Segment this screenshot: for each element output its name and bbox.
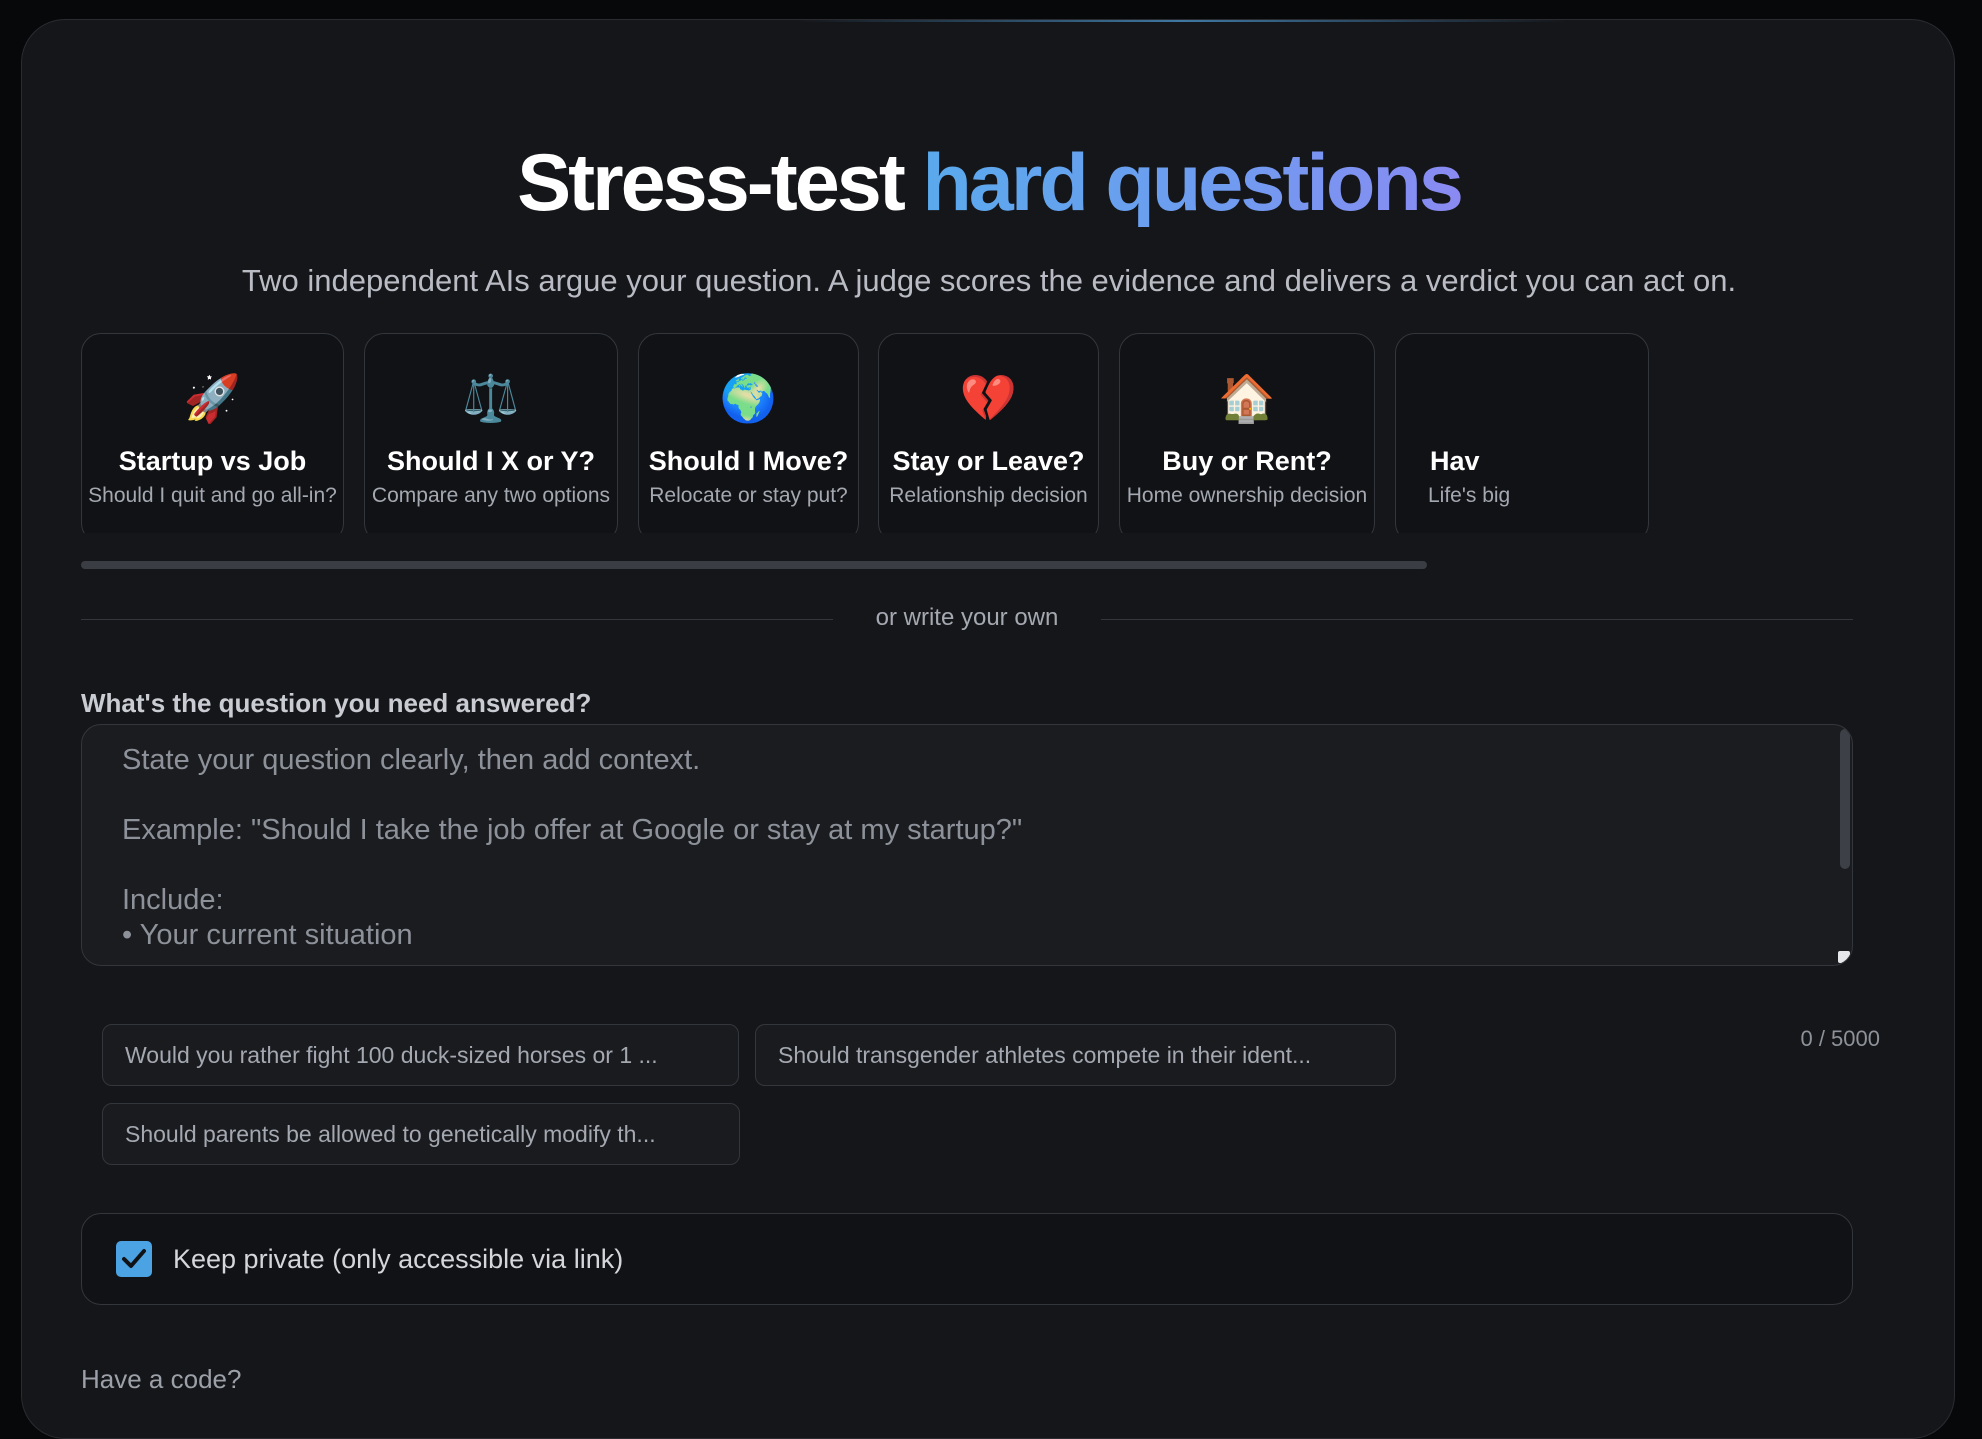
template-subtitle: Relocate or stay put? [649,484,848,507]
carousel-scrollbar[interactable] [81,561,1853,569]
private-checkbox[interactable] [116,1241,152,1277]
template-title: Hav [1430,446,1480,476]
house-icon: 🏠 [1218,371,1276,425]
private-label: Keep private (only accessible via link) [173,1244,624,1274]
template-subtitle: Compare any two options [371,484,611,507]
template-title: Stay or Leave? [892,446,1085,476]
divider-line [1101,619,1853,620]
carousel-scrollbar-thumb[interactable] [81,561,1427,569]
title-accent: hard questions [922,138,1464,228]
suggestion-chip[interactable]: Should parents be allowed to genetically… [102,1103,740,1165]
character-count: 0 / 5000 [1800,1026,1880,1051]
resize-handle-icon[interactable] [1838,951,1850,963]
page-title: Stress-test hard questions [22,128,1954,238]
panel-top-glow [794,20,1568,22]
checkmark-icon [122,1249,146,1268]
template-card-startup-vs-job[interactable]: 🚀 Startup vs Job Should I quit and go al… [81,333,344,533]
template-card-stay-or-leave[interactable]: 💔 Stay or Leave? Relationship decision [878,333,1099,533]
template-card-move[interactable]: 🌍 Should I Move? Relocate or stay put? [638,333,859,533]
suggestion-chip[interactable]: Would you rather fight 100 duck-sized ho… [102,1024,739,1086]
template-carousel: 🚀 Startup vs Job Should I quit and go al… [81,313,1853,533]
template-title: Startup vs Job [118,446,307,476]
scales-icon: ⚖️ [462,371,520,425]
broken-heart-icon: 💔 [959,371,1018,425]
template-title: Should I X or Y? [386,446,595,476]
privacy-option: Keep private (only accessible via link) [81,1213,1853,1305]
template-subtitle: Life's big [1428,484,1511,507]
or-divider: or write your own [81,600,1853,640]
divider-text: or write your own [875,604,1059,631]
suggestion-chip[interactable]: Should transgender athletes compete in t… [755,1024,1396,1086]
title-plain: Stress-test [517,138,906,228]
have-code-link[interactable]: Have a code? [81,1364,241,1395]
template-card-x-or-y[interactable]: ⚖️ Should I X or Y? Compare any two opti… [364,333,618,533]
textarea-scrollbar[interactable] [1840,729,1850,869]
template-title: Should I Move? [648,446,849,476]
question-field-container [81,724,1853,966]
globe-icon: 🌍 [719,371,778,425]
rocket-icon: 🚀 [183,371,242,425]
page-subtitle: Two independent AIs argue your question.… [241,263,1737,298]
template-card-buy-or-rent[interactable]: 🏠 Buy or Rent? Home ownership decision [1119,333,1375,533]
question-input[interactable] [82,725,1822,965]
template-subtitle: Home ownership decision [1126,484,1368,507]
template-title: Buy or Rent? [1162,446,1332,476]
question-label: What's the question you need answered? [81,688,592,718]
divider-line [81,619,833,620]
template-subtitle: Relationship decision [889,484,1088,507]
template-subtitle: Should I quit and go all-in? [88,484,337,507]
template-card-partial[interactable]: Hav Life's big [1395,333,1649,533]
